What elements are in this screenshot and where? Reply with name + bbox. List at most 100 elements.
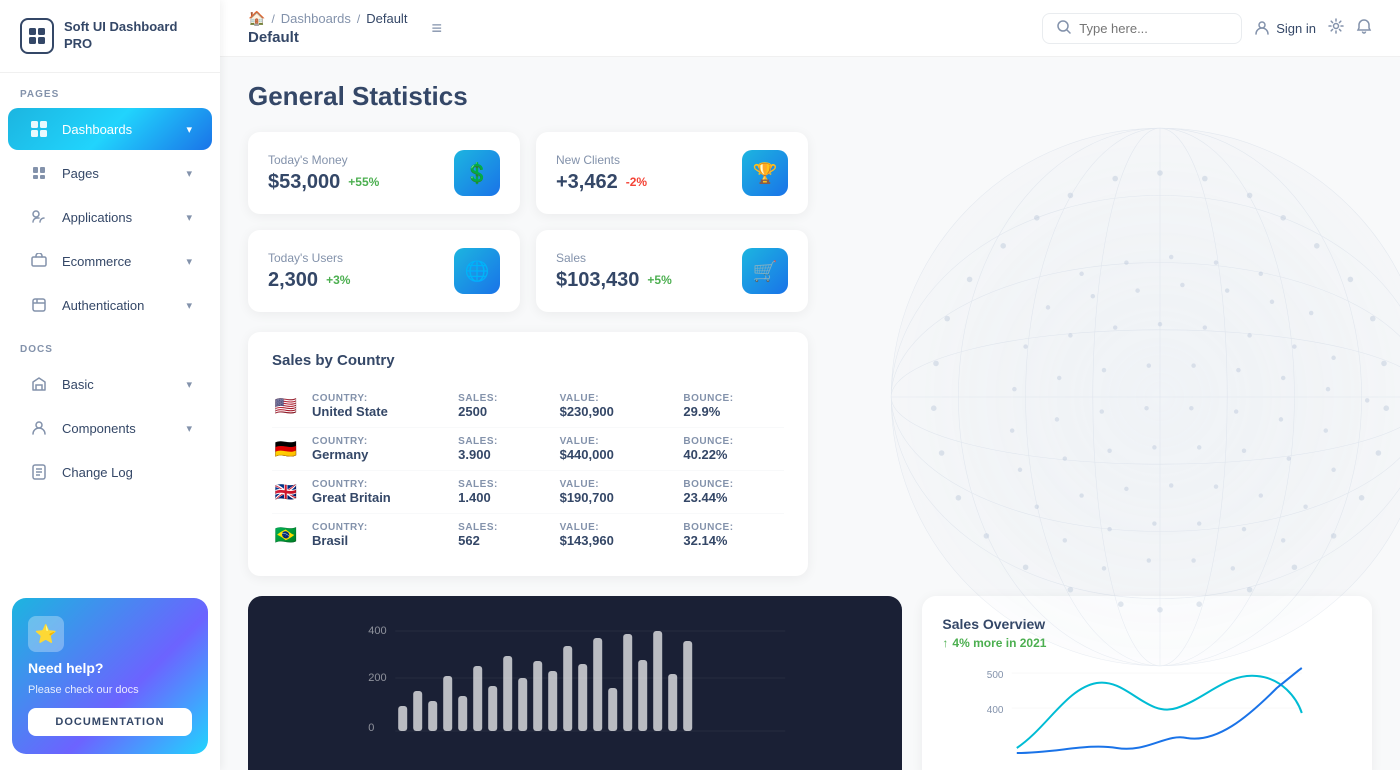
stat-value-sales: $103,430 +5% bbox=[556, 269, 672, 292]
stat-icon-users: 🌐 bbox=[454, 248, 500, 294]
pages-arrow: ▾ bbox=[186, 167, 192, 180]
bar-chart-svg: 400 200 0 bbox=[268, 616, 882, 746]
sidebar-item-pages[interactable]: Pages ▾ bbox=[8, 152, 212, 194]
docs-section-label: DOCS bbox=[0, 328, 220, 361]
breadcrumb-parent: Dashboards bbox=[281, 11, 351, 26]
stat-value-clients: +3,462 -2% bbox=[556, 171, 647, 194]
sidebar-changelog-label: Change Log bbox=[62, 465, 192, 480]
sales-by-country-card: Sales by Country 🇺🇸 Country: United Stat… bbox=[248, 332, 808, 576]
applications-icon bbox=[28, 206, 50, 228]
sidebar-item-ecommerce[interactable]: Ecommerce ▾ bbox=[8, 240, 212, 282]
sales-col-br: Sales: 562 bbox=[458, 522, 547, 548]
sidebar-authentication-label: Authentication bbox=[62, 298, 174, 313]
topbar: 🏠 / Dashboards / Default Default ≡ bbox=[220, 0, 1400, 57]
stat-icon-sales: 🛒 bbox=[742, 248, 788, 294]
stat-value-users: 2,300 +3% bbox=[268, 269, 350, 292]
dashboards-icon bbox=[28, 118, 50, 140]
sidebar: Soft UI Dashboard PRO PAGES Dashboards ▾ bbox=[0, 0, 220, 770]
stat-icon-clients: 🏆 bbox=[742, 150, 788, 196]
signin-button[interactable]: Sign in bbox=[1254, 20, 1316, 36]
country-row-us: 🇺🇸 Country: United State Sales: 2500 Val… bbox=[272, 385, 784, 428]
page-subtitle: Default bbox=[248, 29, 407, 46]
basic-arrow: ▾ bbox=[186, 378, 192, 391]
sidebar-item-applications[interactable]: Applications ▾ bbox=[8, 196, 212, 238]
stat-card-money: Today's Money $53,000 +55% 💲 bbox=[248, 132, 520, 214]
sidebar-item-components[interactable]: Components ▾ bbox=[8, 407, 212, 449]
breadcrumb-current: Default bbox=[366, 11, 407, 26]
search-box[interactable] bbox=[1042, 13, 1242, 44]
signin-label: Sign in bbox=[1276, 21, 1316, 36]
sidebar-basic-label: Basic bbox=[62, 377, 174, 392]
stat-card-clients: New Clients +3,462 -2% 🏆 bbox=[536, 132, 808, 214]
stat-label-money: Today's Money bbox=[268, 153, 379, 167]
country-col-us: Country: United State bbox=[312, 393, 446, 419]
documentation-button[interactable]: DOCUMENTATION bbox=[28, 708, 192, 736]
sidebar-item-authentication[interactable]: Authentication ▾ bbox=[8, 284, 212, 326]
authentication-arrow: ▾ bbox=[186, 299, 192, 312]
svg-text:400: 400 bbox=[987, 705, 1004, 716]
stat-info-money: Today's Money $53,000 +55% bbox=[268, 153, 379, 194]
country-col-br: Country: Brasil bbox=[312, 522, 446, 548]
stat-card-users: Today's Users 2,300 +3% 🌐 bbox=[248, 230, 520, 312]
sidebar-pages-label: Pages bbox=[62, 166, 174, 181]
breadcrumb-sep-2: / bbox=[357, 12, 360, 26]
stat-change-users: +3% bbox=[326, 273, 350, 287]
stat-card-sales: Sales $103,430 +5% 🛒 bbox=[536, 230, 808, 312]
value-col-gb: Value: $190,700 bbox=[560, 479, 672, 505]
sales-overview-title: Sales Overview bbox=[942, 616, 1352, 632]
bounce-col-us: Bounce: 29.9% bbox=[683, 393, 784, 419]
value-col-us: Value: $230,900 bbox=[560, 393, 672, 419]
basic-icon bbox=[28, 373, 50, 395]
bounce-col-br: Bounce: 32.14% bbox=[683, 522, 784, 548]
topbar-right: Sign in bbox=[1042, 13, 1372, 44]
pages-section-label: PAGES bbox=[0, 73, 220, 106]
sales-col-gb: Sales: 1.400 bbox=[458, 479, 547, 505]
pages-icon bbox=[28, 162, 50, 184]
search-input[interactable] bbox=[1079, 21, 1227, 36]
stat-info-sales: Sales $103,430 +5% bbox=[556, 251, 672, 292]
sales-overview-sub: ↑ 4% more in 2021 bbox=[942, 636, 1352, 650]
bar-chart-card: 400 200 0 bbox=[248, 596, 902, 770]
charts-row: 400 200 0 bbox=[248, 596, 1372, 770]
hamburger-icon[interactable]: ≡ bbox=[431, 18, 442, 39]
country-row-gb: 🇬🇧 Country: Great Britain Sales: 1.400 V… bbox=[272, 471, 784, 514]
breadcrumb-wrap: 🏠 / Dashboards / Default Default bbox=[248, 10, 407, 46]
sidebar-item-changelog[interactable]: Change Log bbox=[8, 451, 212, 493]
authentication-icon bbox=[28, 294, 50, 316]
bell-icon[interactable] bbox=[1356, 18, 1372, 39]
help-star-icon: ⭐ bbox=[28, 616, 64, 652]
value-col-br: Value: $143,960 bbox=[560, 522, 672, 548]
sidebar-item-dashboards[interactable]: Dashboards ▾ bbox=[8, 108, 212, 150]
stat-label-clients: New Clients bbox=[556, 153, 647, 167]
stat-change-clients: -2% bbox=[626, 175, 647, 189]
ecommerce-arrow: ▾ bbox=[186, 255, 192, 268]
breadcrumb: 🏠 / Dashboards / Default bbox=[248, 10, 407, 27]
docs-section: DOCS Basic ▾ Components ▾ bbox=[0, 328, 220, 495]
country-col-gb: Country: Great Britain bbox=[312, 479, 446, 505]
globe-decoration: dots bbox=[880, 117, 1400, 677]
svg-text:400: 400 bbox=[368, 625, 386, 637]
settings-icon[interactable] bbox=[1328, 18, 1344, 39]
stat-change-sales: +5% bbox=[647, 273, 671, 287]
up-arrow-icon: ↑ bbox=[942, 636, 948, 650]
main-area: 🏠 / Dashboards / Default Default ≡ bbox=[220, 0, 1400, 770]
components-icon bbox=[28, 417, 50, 439]
country-col-de: Country: Germany bbox=[312, 436, 446, 462]
search-icon bbox=[1057, 20, 1071, 37]
country-row-de: 🇩🇪 Country: Germany Sales: 3.900 Value: … bbox=[272, 428, 784, 471]
stat-value-money: $53,000 +55% bbox=[268, 171, 379, 194]
ecommerce-icon bbox=[28, 250, 50, 272]
svg-text:0: 0 bbox=[368, 722, 374, 734]
sidebar-item-basic[interactable]: Basic ▾ bbox=[8, 363, 212, 405]
stat-label-sales: Sales bbox=[556, 251, 672, 265]
sales-overview-card: Sales Overview ↑ 4% more in 2021 500 400 bbox=[922, 596, 1372, 770]
country-row-br: 🇧🇷 Country: Brasil Sales: 562 Value: $14… bbox=[272, 514, 784, 556]
logo-icon bbox=[20, 18, 54, 54]
stat-label-users: Today's Users bbox=[268, 251, 350, 265]
sidebar-dashboards-label: Dashboards bbox=[62, 122, 174, 137]
components-arrow: ▾ bbox=[186, 422, 192, 435]
sidebar-help-card: ⭐ Need help? Please check our docs DOCUM… bbox=[12, 598, 208, 754]
page-title: General Statistics bbox=[248, 81, 1372, 112]
svg-text:200: 200 bbox=[368, 672, 386, 684]
help-subtitle: Please check our docs bbox=[28, 684, 139, 696]
